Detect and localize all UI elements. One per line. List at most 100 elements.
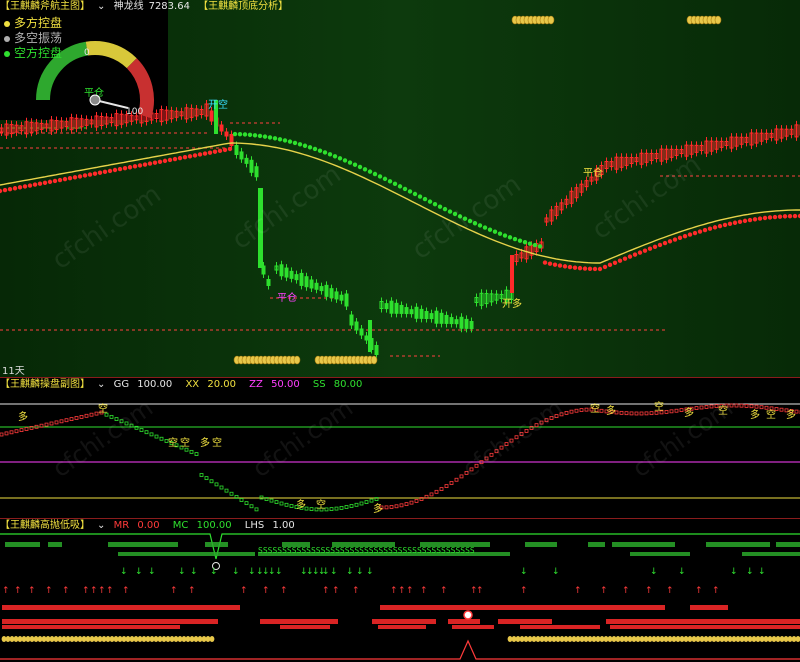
oscillator-point <box>394 504 399 509</box>
band-dot <box>742 218 748 224</box>
main-chart-canvas[interactable]: 开空平仓平仓开多平仓0100cfchi.com cfchi.com cfchi.co… <box>0 0 800 377</box>
band-dot <box>662 240 668 246</box>
band-dot <box>322 150 328 155</box>
coin-icon <box>714 15 722 25</box>
candle <box>384 303 389 310</box>
up-arrow-icon: ↑ <box>390 586 398 596</box>
up-arrow-icon: ↑ <box>106 586 114 596</box>
signal-band <box>205 542 228 547</box>
candle <box>389 300 394 314</box>
oscillator-point <box>364 500 369 504</box>
signal-mark: 多 <box>750 408 760 421</box>
oscillator-point <box>74 416 79 420</box>
candle <box>234 145 239 155</box>
oscillator-point <box>339 505 344 510</box>
oscillator-point <box>574 408 579 413</box>
oscillator-point <box>384 505 389 510</box>
band-dot <box>717 223 723 229</box>
band-dot <box>697 229 703 234</box>
dragon-line-label: 神龙线 <box>113 1 144 12</box>
low-chart-panel[interactable]: SSSSSSSSSSSSSSSSSSSSSSSSSSSSSSSSSSSSSSSS… <box>0 519 800 662</box>
low-chart-title[interactable]: 【王麒麟高抛低吸】 <box>0 520 90 531</box>
sub-chart-canvas[interactable]: 多空空空多空多空多空多空多空多空多cfchi.com cfchi.com cfchi… <box>0 378 800 518</box>
down-arrow-icon: ↓ <box>322 567 330 577</box>
down-arrow-icon: ↓ <box>178 567 186 577</box>
band-dot <box>352 162 358 167</box>
band-dot <box>372 171 378 177</box>
band-dot <box>407 189 413 194</box>
band-dot <box>387 179 393 184</box>
chevron-down-icon[interactable]: ⌄ <box>97 0 105 14</box>
band-dot <box>617 258 623 263</box>
top-bottom-analysis-title[interactable]: 【王麒麟顶底分析】 <box>198 1 288 12</box>
band-dot <box>577 265 583 271</box>
band-dot <box>537 244 543 249</box>
candle <box>368 320 372 352</box>
signal-mark: 空 <box>98 402 108 415</box>
low-chart-header: 【王麒麟高抛低吸】 ⌄ MR 0.00 MC 100.00 LHS 1.00 <box>0 519 305 533</box>
candle <box>399 304 404 314</box>
oscillator-point <box>434 489 439 494</box>
up-arrow-icon: ↑ <box>476 586 484 596</box>
signal-mark: 多 <box>296 498 306 511</box>
up-arrow-icon: ↑ <box>45 586 53 596</box>
band-dot <box>82 173 88 178</box>
main-chart-header: 【王麒麟斧航主图】 ⌄ 神龙线 7283.64 【王麒麟顶底分析】 <box>0 0 293 14</box>
band-dot <box>37 181 43 186</box>
up-arrow-icon: ↑ <box>14 586 22 596</box>
low-chart-canvas[interactable]: SSSSSSSSSSSSSSSSSSSSSSSSSSSSSSSSSSSSSSSS… <box>0 519 800 662</box>
sub-chart-header: 【王麒麟操盘副图】 ⌄ GG 100.00 XX 20.00 ZZ 50.00 S… <box>0 378 372 392</box>
oscillator-point <box>159 436 164 441</box>
band-dot <box>267 135 273 140</box>
up-arrow-icon: ↑ <box>2 586 10 596</box>
timeframe-label[interactable]: 11天 <box>2 362 25 377</box>
band-dot <box>107 168 113 174</box>
band-dot <box>112 167 118 173</box>
oscillator-point <box>644 411 649 416</box>
up-arrow-icon: ↑ <box>622 586 630 596</box>
signal-band <box>588 542 605 547</box>
band-dot <box>242 132 248 137</box>
band-dot <box>702 227 708 233</box>
down-arrow-icon: ↓ <box>730 567 738 577</box>
down-arrow-icon: ↓ <box>650 567 658 577</box>
band-dot <box>752 217 758 222</box>
band-dot <box>667 239 673 244</box>
down-arrow-icon: ↓ <box>210 567 218 577</box>
oscillator-point <box>344 505 349 509</box>
candle <box>409 309 414 315</box>
band-dot <box>197 152 203 157</box>
oscillator-point <box>284 502 289 507</box>
oscillator-point <box>149 432 154 437</box>
oscillator-point <box>189 449 194 454</box>
up-arrow-icon: ↑ <box>240 586 248 596</box>
band-dot <box>677 235 683 241</box>
down-arrow-icon: ↓ <box>190 567 198 577</box>
candle <box>469 321 474 329</box>
chevron-down-icon[interactable]: ⌄ <box>97 519 105 533</box>
chevron-down-icon[interactable]: ⌄ <box>97 378 105 392</box>
candle <box>334 291 339 300</box>
up-arrow-icon: ↑ <box>262 586 270 596</box>
oscillator-point <box>334 506 339 511</box>
band-dot <box>42 180 48 185</box>
band-dot <box>542 260 548 265</box>
band-dot <box>122 165 128 171</box>
main-chart-title[interactable]: 【王麒麟斧航主图】 <box>0 1 90 12</box>
band-dot <box>332 154 338 159</box>
oscillator-point <box>444 484 449 489</box>
up-arrow-icon: ↑ <box>695 586 703 596</box>
oscillator-point <box>4 431 9 436</box>
candle <box>434 310 439 324</box>
band-dot <box>532 242 538 248</box>
main-chart-panel[interactable]: 开空 平仓 平仓 开多 平仓 0 100 cfchi.com cfchi.com cfchi.co… <box>0 0 800 377</box>
band-dot <box>2 187 8 193</box>
candle <box>249 159 254 173</box>
sub-chart-panel[interactable]: 多空空空多空多空多空多空多空多空多 cfchi.com cfchi.com cfchi… <box>0 378 800 518</box>
up-arrow-icon: ↑ <box>188 586 196 596</box>
oscillator-point <box>354 502 359 507</box>
band-dot <box>32 182 38 187</box>
sub-chart-title[interactable]: 【王麒麟操盘副图】 <box>0 379 90 390</box>
up-arrow-icon: ↑ <box>122 586 130 596</box>
band-dot <box>492 229 498 234</box>
